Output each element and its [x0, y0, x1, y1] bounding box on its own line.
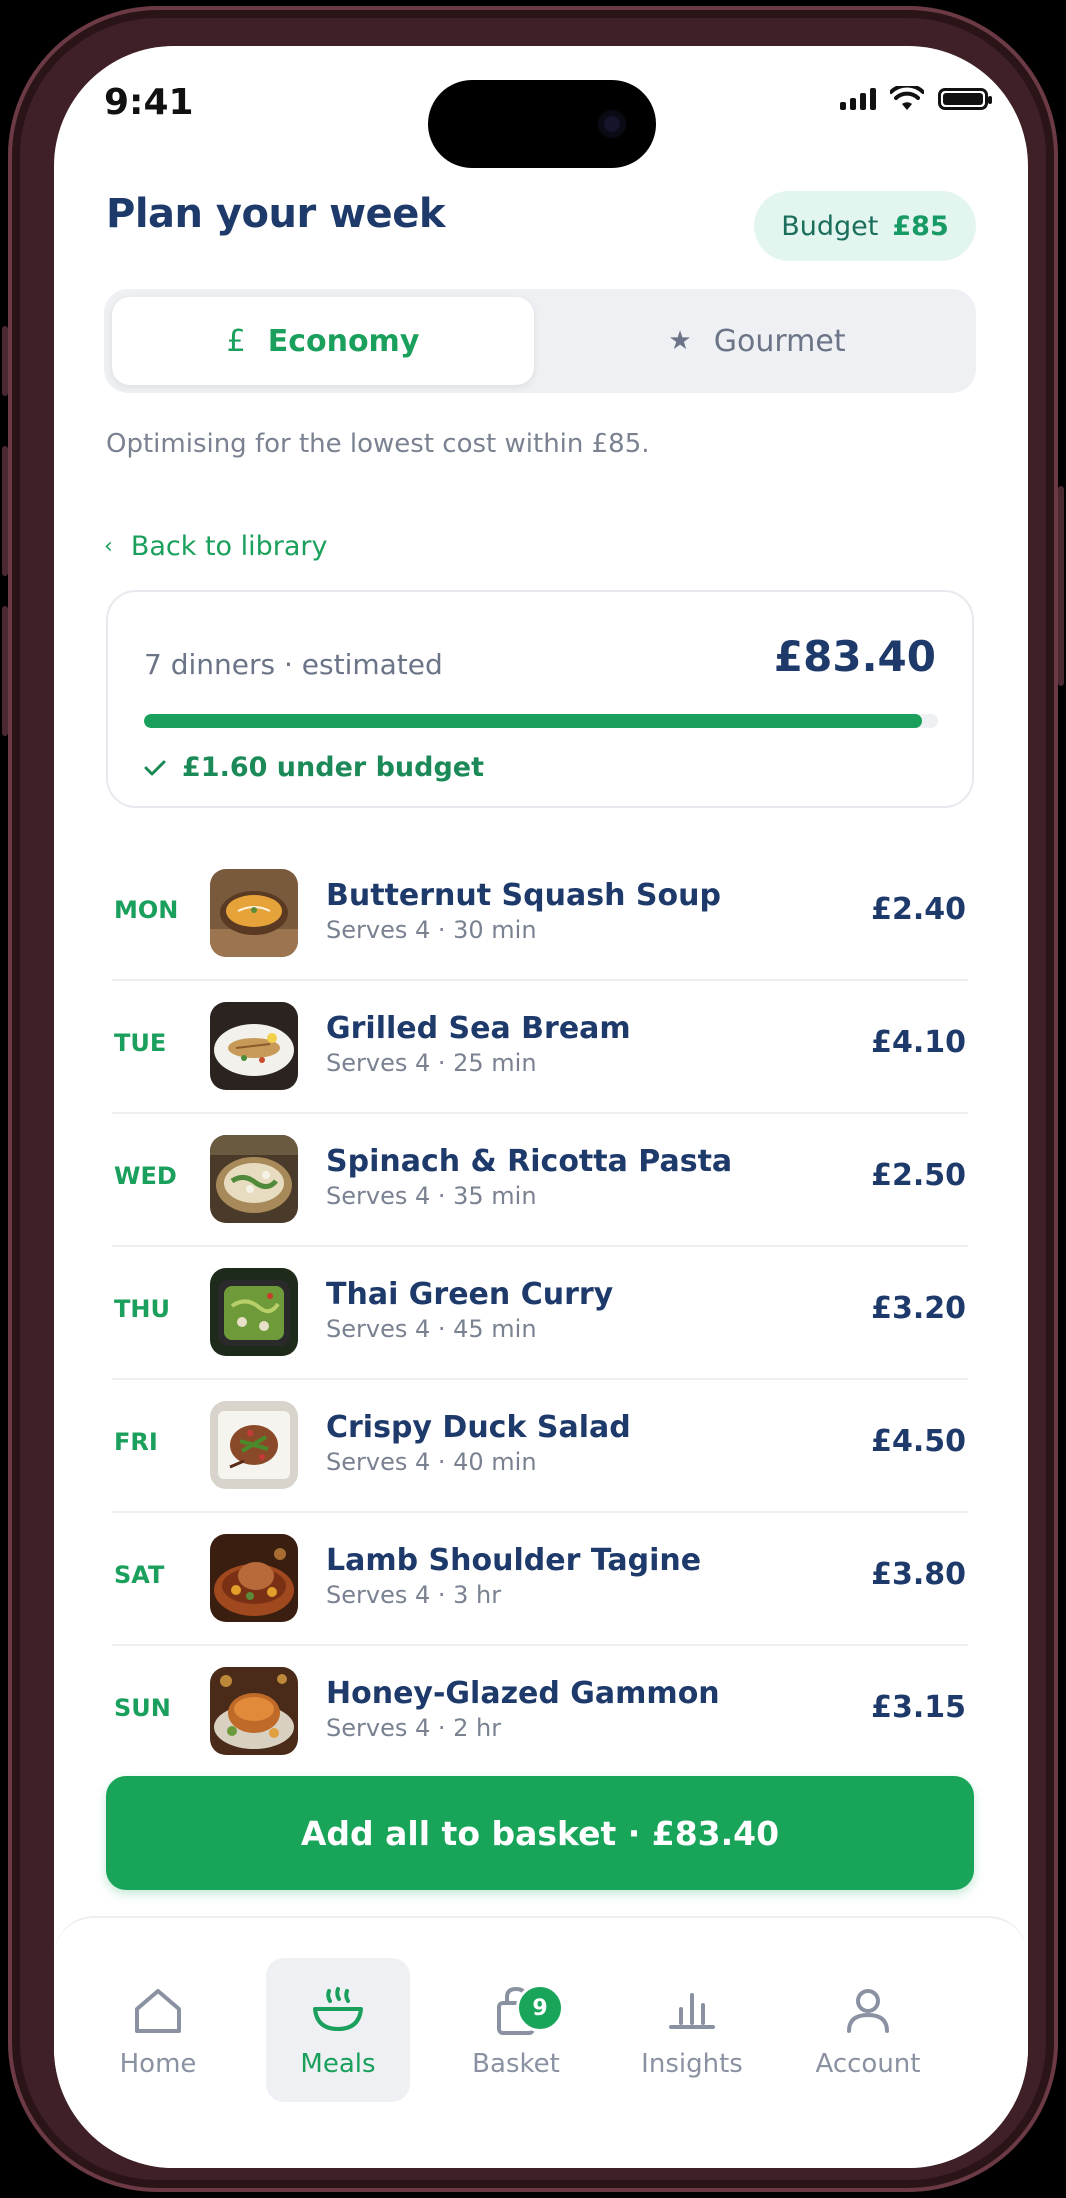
tab-meals-label: Meals — [300, 2049, 376, 2079]
gourmet-tab-label: Gourmet — [713, 323, 846, 359]
meal-price: £4.50 — [871, 1424, 966, 1459]
meal-meta: Serves 4 · 2 hr — [326, 1714, 502, 1742]
tab-home[interactable]: Home — [86, 1958, 230, 2102]
gourmet-tab[interactable]: ★ Gourmet — [546, 297, 968, 385]
wifi-icon — [890, 86, 924, 110]
pasta-image — [210, 1135, 298, 1223]
check-icon — [144, 760, 166, 775]
add-all-to-basket-button[interactable]: Add all to basket · £83.40 — [106, 1776, 974, 1890]
meal-row-thu[interactable]: THU Thai Green Curry Serves 4 · 45 min £… — [112, 1247, 968, 1380]
meal-name: Lamb Shoulder Tagine — [326, 1543, 702, 1578]
basket-count-badge: 9 — [516, 1984, 564, 2032]
budget-label: Budget — [781, 210, 879, 242]
volume-down-button — [2, 606, 8, 736]
mode-description: Optimising for the lowest cost within £8… — [106, 429, 650, 459]
mode-segmented-control: £ Economy ★ Gourmet — [104, 289, 976, 393]
meal-price: £3.20 — [871, 1291, 966, 1326]
meal-name: Honey-Glazed Gammon — [326, 1676, 720, 1711]
cellular-signal-icon — [840, 88, 876, 110]
back-to-library-link[interactable]: ‹ Back to library — [104, 531, 328, 562]
person-icon — [847, 1989, 889, 2033]
back-link-label: Back to library — [130, 531, 328, 562]
meal-row-fri[interactable]: FRI Crispy Duck Salad Serves 4 · 40 min … — [112, 1380, 968, 1513]
tab-bar: Home Meals Basket 9 Insights Account — [54, 1916, 1028, 2168]
tab-account-label: Account — [815, 2049, 921, 2079]
tab-account[interactable]: Account — [796, 1958, 940, 2102]
chevron-left-icon: ‹ — [104, 534, 113, 559]
meal-day: MON — [114, 896, 179, 924]
summary-card: 7 dinners · estimated £83.40 £1.60 under… — [106, 590, 974, 808]
meal-list: MON Butternut Squash Soup Serves 4 · 30 … — [112, 848, 968, 1777]
meal-name: Crispy Duck Salad — [326, 1410, 631, 1445]
home-icon — [135, 1989, 181, 2033]
meal-row-wed[interactable]: WED Spinach & Ricotta Pasta Serves 4 · 3… — [112, 1114, 968, 1247]
meal-meta: Serves 4 · 40 min — [326, 1448, 537, 1476]
meal-name: Butternut Squash Soup — [326, 878, 721, 913]
tab-home-label: Home — [119, 2049, 197, 2079]
bar-chart-icon — [669, 1993, 715, 2029]
meal-price: £3.15 — [871, 1690, 966, 1725]
tab-insights[interactable]: Insights — [620, 1958, 764, 2102]
dynamic-island — [428, 80, 656, 168]
meal-price: £2.40 — [871, 892, 966, 927]
pound-icon: £ — [226, 323, 246, 359]
meal-day: FRI — [114, 1428, 158, 1456]
bowl-icon — [313, 1987, 363, 2031]
meal-meta: Serves 4 · 45 min — [326, 1315, 537, 1343]
volume-up-button — [2, 446, 8, 576]
meal-name: Grilled Sea Bream — [326, 1011, 631, 1046]
meal-meta: Serves 4 · 3 hr — [326, 1581, 502, 1609]
meal-price: £4.10 — [871, 1025, 966, 1060]
soup-image — [210, 869, 298, 957]
battery-icon — [938, 88, 992, 110]
power-button — [1058, 486, 1064, 686]
status-time: 9:41 — [104, 82, 194, 123]
duck-salad-image — [210, 1401, 298, 1489]
meal-meta: Serves 4 · 25 min — [326, 1049, 537, 1077]
meal-day: SAT — [114, 1561, 165, 1589]
summary-label: 7 dinners · estimated — [144, 648, 443, 681]
meal-day: TUE — [114, 1029, 167, 1057]
meal-price: £3.80 — [871, 1557, 966, 1592]
meal-row-tue[interactable]: TUE Grilled Sea Bream Serves 4 · 25 min … — [112, 981, 968, 1114]
meal-meta: Serves 4 · 35 min — [326, 1182, 537, 1210]
budget-progress-bar — [144, 714, 938, 728]
budget-value: £85 — [892, 210, 949, 242]
budget-progress-fill — [144, 714, 923, 728]
meal-price: £2.50 — [871, 1158, 966, 1193]
meal-row-sat[interactable]: SAT Lamb Shoulder Tagine Serves 4 · 3 hr… — [112, 1513, 968, 1646]
meal-name: Thai Green Curry — [326, 1277, 614, 1312]
tab-basket[interactable]: Basket 9 — [444, 1958, 588, 2102]
tab-meals[interactable]: Meals — [266, 1958, 410, 2102]
tab-basket-label: Basket — [472, 2049, 560, 2079]
page-title: Plan your week — [106, 191, 445, 237]
screen: 9:41 Plan your week Budget £85 £ Economy… — [54, 46, 1028, 2168]
curry-image — [210, 1268, 298, 1356]
meal-name: Spinach & Ricotta Pasta — [326, 1144, 733, 1179]
under-budget-text: £1.60 under budget — [182, 752, 485, 783]
under-budget-status: £1.60 under budget — [144, 752, 484, 783]
budget-pill[interactable]: Budget £85 — [754, 191, 976, 261]
meal-day: WED — [114, 1162, 177, 1190]
tab-insights-label: Insights — [641, 2049, 743, 2079]
star-icon: ★ — [668, 326, 692, 356]
meal-day: THU — [114, 1295, 170, 1323]
camera-icon — [598, 110, 626, 138]
meal-meta: Serves 4 · 30 min — [326, 916, 537, 944]
meal-row-sun[interactable]: SUN Honey-Glazed Gammon Serves 4 · 2 hr … — [112, 1646, 968, 1777]
economy-tab-label: Economy — [267, 323, 420, 359]
meal-row-mon[interactable]: MON Butternut Squash Soup Serves 4 · 30 … — [112, 848, 968, 981]
summary-total: £83.40 — [773, 632, 936, 681]
fish-image — [210, 1002, 298, 1090]
economy-tab[interactable]: £ Economy — [112, 297, 534, 385]
meal-day: SUN — [114, 1694, 171, 1722]
status-icons — [840, 86, 992, 112]
tagine-image — [210, 1534, 298, 1622]
silent-switch — [2, 326, 8, 396]
gammon-image — [210, 1667, 298, 1755]
phone-frame: 9:41 Plan your week Budget £85 £ Economy… — [2, 6, 1064, 2192]
